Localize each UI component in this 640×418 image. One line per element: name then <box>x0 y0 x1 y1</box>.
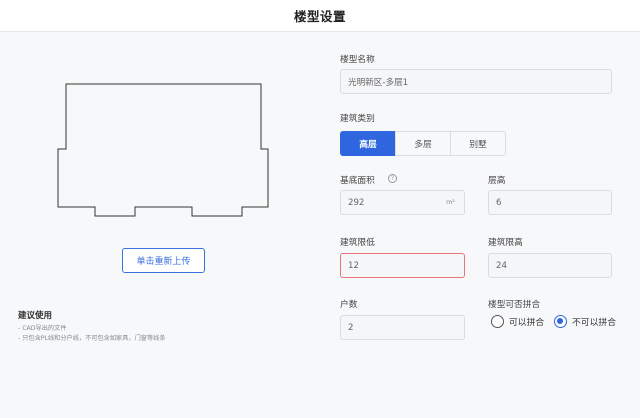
base-area-value: 292 <box>348 197 365 208</box>
floor-height-value: 6 <box>496 197 502 208</box>
radio-label: 不可以拼合 <box>572 318 616 328</box>
category-option-high-rise[interactable]: 高层 <box>340 131 396 156</box>
name-label: 楼型名称 <box>340 55 375 65</box>
floor-height-label: 层高 <box>488 176 506 186</box>
radio-combinable-yes[interactable]: 可以拼合 <box>491 315 544 328</box>
households-value: 2 <box>348 322 354 333</box>
base-area-input[interactable]: 292 m² <box>340 190 465 215</box>
category-option-multi-story[interactable]: 多层 <box>395 131 451 156</box>
base-area-label: 基底面积 <box>340 176 375 186</box>
reupload-button[interactable]: 单击重新上传 <box>122 248 205 273</box>
floorplan-outline <box>57 83 269 217</box>
advice-line: - CAD导出的文件 <box>18 325 67 332</box>
radio-combinable-no[interactable]: 不可以拼合 <box>554 315 616 328</box>
area-unit: m² <box>446 198 455 206</box>
category-label: 建筑类别 <box>340 114 375 124</box>
advice-title: 建议使用 <box>18 311 53 321</box>
radio-circle[interactable] <box>491 315 504 328</box>
max-height-input[interactable]: 24 <box>488 253 612 278</box>
question-circle-icon[interactable]: ? <box>388 174 397 183</box>
page-title: 楼型设置 <box>293 9 346 24</box>
max-height-label: 建筑限高 <box>488 238 523 248</box>
max-height-value: 24 <box>496 260 507 271</box>
combinable-label: 楼型可否拼合 <box>488 300 541 310</box>
floor-height-input[interactable]: 6 <box>488 190 612 215</box>
radio-circle-checked[interactable] <box>554 315 567 328</box>
building-name-input[interactable]: 光明新区-多层1 <box>340 69 612 94</box>
radio-label: 可以拼合 <box>509 318 545 328</box>
households-label: 户数 <box>340 300 358 310</box>
category-option-villa[interactable]: 别墅 <box>450 131 506 156</box>
households-input[interactable]: 2 <box>340 315 465 340</box>
min-height-input[interactable]: 12 <box>340 253 465 278</box>
floorplan-preview <box>57 83 269 217</box>
usage-advice: 建议使用 - CAD导出的文件 - 只包含PL线和分户线，不可包含如家具，门窗等… <box>18 309 166 344</box>
category-segmented-control: 高层 多层 别墅 <box>340 131 506 156</box>
min-height-label: 建筑限低 <box>340 238 375 248</box>
min-height-value: 12 <box>348 260 359 271</box>
advice-line: - 只包含PL线和分户线，不可包含如家具，门窗等线条 <box>18 335 166 342</box>
page-header: 楼型设置 <box>0 0 640 32</box>
building-name-value: 光明新区-多层1 <box>348 77 409 88</box>
